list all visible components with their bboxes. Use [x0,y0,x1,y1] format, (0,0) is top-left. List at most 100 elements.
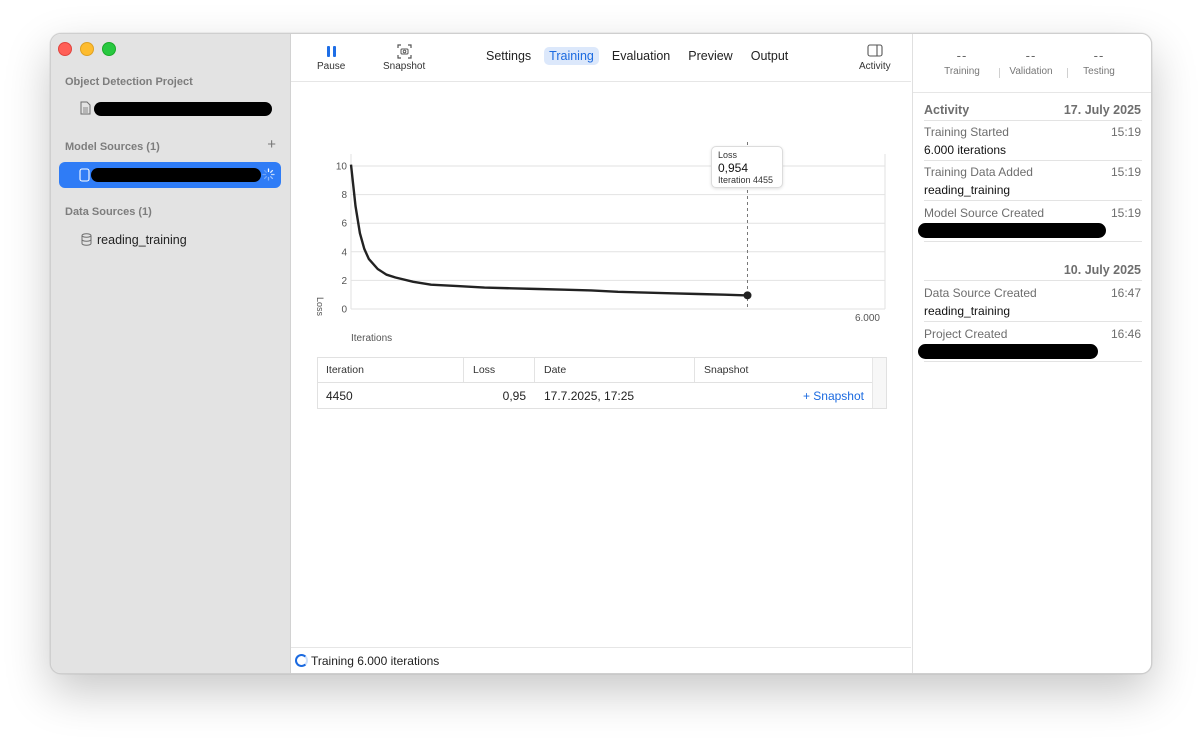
event-detail: reading_training [924,304,1011,318]
event-title: Training Data Added [924,165,1033,179]
cell-loss: 0,95 [502,389,526,403]
column-header-loss[interactable]: Loss [473,364,495,376]
tooltip-value: 0,954 [718,161,749,175]
snapshot-label: Snapshot [383,61,426,72]
loss-series-line [349,164,748,297]
metric-training-label: Training [944,66,980,77]
tab-evaluation[interactable]: Evaluation [607,47,675,65]
event-separator [924,280,1142,281]
activity-label: Activity [859,61,891,72]
minimize-window-button[interactable] [80,42,94,56]
snapshot-table: Iteration Loss Date Snapshot 4450 0,95 1… [317,357,887,409]
cell-date: 17.7.2025, 17:25 [544,389,635,403]
status-text: Training 6.000 iterations [311,654,440,668]
event-separator [924,321,1142,322]
database-icon [81,233,92,249]
sidebar-item-data-source[interactable]: reading_training [59,227,281,253]
table-scrollbar[interactable] [872,358,886,408]
pause-button[interactable]: Pause [317,44,345,72]
sidebar: Object Detection Project Model Sources (… [51,34,291,673]
pause-label: Pause [317,61,346,72]
model-icon [79,168,90,185]
event-time: 16:46 [1110,327,1141,341]
event-time: 16:47 [1110,286,1141,300]
tab-bar: Settings Training Evaluation Preview Out… [481,47,793,65]
redacted-project-name [94,102,272,116]
y-tick-label: 10 [336,162,348,173]
event-time: 15:19 [1110,125,1141,139]
metric-validation-value: -- [1025,48,1037,63]
model-sources-header: Model Sources (1) [65,141,160,153]
data-source-label: reading_training [97,233,187,247]
activity-toggle-button[interactable]: Activity [859,44,891,72]
y-tick-label: 0 [341,305,347,316]
column-header-iteration[interactable]: Iteration [326,364,364,376]
event-separator [924,120,1142,121]
x-axis-label: Iterations [351,333,392,344]
tooltip-iteration: Iteration 4455 [718,175,774,185]
y-tick-label: 8 [341,190,347,201]
redacted-model-source-name [918,223,1106,238]
close-window-button[interactable] [58,42,72,56]
zoom-window-button[interactable] [102,42,116,56]
y-tick-label: 6 [341,219,347,230]
redacted-model-name [91,168,261,182]
event-separator [924,361,1142,362]
app-window: Object Detection Project Model Sources (… [50,33,1152,674]
loss-marker-point[interactable] [743,291,752,300]
loss-chart-svg: 0 2 4 6 8 10 Loss Iterations 6.000 [315,142,886,344]
redacted-project-name [918,344,1098,359]
metric-validation-label: Validation [1009,66,1053,77]
metric-validation: -- Validation [997,48,1065,77]
event-separator [924,200,1142,201]
status-bar: Training 6.000 iterations [291,647,911,673]
tab-output[interactable]: Output [746,47,794,65]
y-axis-label: Loss [315,297,325,317]
table-row[interactable]: 4450 0,95 17.7.2025, 17:25 + Snapshot [318,383,872,407]
event-title: Data Source Created [924,286,1037,300]
tab-settings[interactable]: Settings [481,47,536,65]
add-model-source-button[interactable]: + [267,137,276,152]
event-detail: 6.000 iterations [924,143,1007,157]
sidebar-item-project-file[interactable] [59,96,281,122]
sidebar-right-icon [867,44,883,61]
loss-tooltip: Loss 0,954 Iteration 4455 [711,146,783,188]
document-icon [80,101,91,118]
column-header-snapshot[interactable]: Snapshot [704,364,748,376]
snapshot-button[interactable]: Snapshot [383,44,425,72]
event-title: Project Created [924,327,1008,341]
event-time: 15:19 [1110,206,1141,220]
activity-date-group: 17. July 2025 [1063,103,1141,117]
event-separator [924,160,1142,161]
main-content: Pause Snapshot Settings Training Evaluat… [291,34,911,673]
loss-chart: 0 2 4 6 8 10 Loss Iterations 6.000 Loss 0,954… [291,82,911,352]
activity-title: Activity [924,103,970,117]
x-tick-label: 6.000 [855,313,880,324]
cell-iteration: 4450 [326,389,353,403]
column-separator [534,358,535,382]
loading-spinner-icon [262,168,275,184]
tab-preview[interactable]: Preview [683,47,737,65]
column-separator [694,358,695,382]
event-detail: reading_training [924,183,1011,197]
event-separator [924,241,1142,242]
y-tick-label: 2 [341,276,347,287]
progress-spinner-icon [295,654,308,667]
column-header-date[interactable]: Date [544,364,566,376]
activity-date-group: 10. July 2025 [1063,263,1141,277]
create-snapshot-link[interactable]: + Snapshot [803,389,864,403]
sidebar-item-model-source[interactable] [59,162,281,188]
project-header: Object Detection Project [65,76,193,88]
toolbar: Pause Snapshot Settings Training Evaluat… [291,34,911,82]
metric-testing: -- Testing [1065,48,1133,77]
data-sources-header: Data Sources (1) [65,206,152,218]
column-separator [463,358,464,382]
table-header: Iteration Loss Date Snapshot [318,358,886,383]
tab-training[interactable]: Training [544,47,599,65]
metric-training-value: -- [956,48,968,63]
pause-icon [326,44,336,61]
y-tick-label: 4 [341,247,347,258]
event-time: 15:19 [1110,165,1141,179]
snapshot-icon [397,44,412,61]
activity-panel: -- Training -- Validation -- Testing Act… [912,34,1151,673]
